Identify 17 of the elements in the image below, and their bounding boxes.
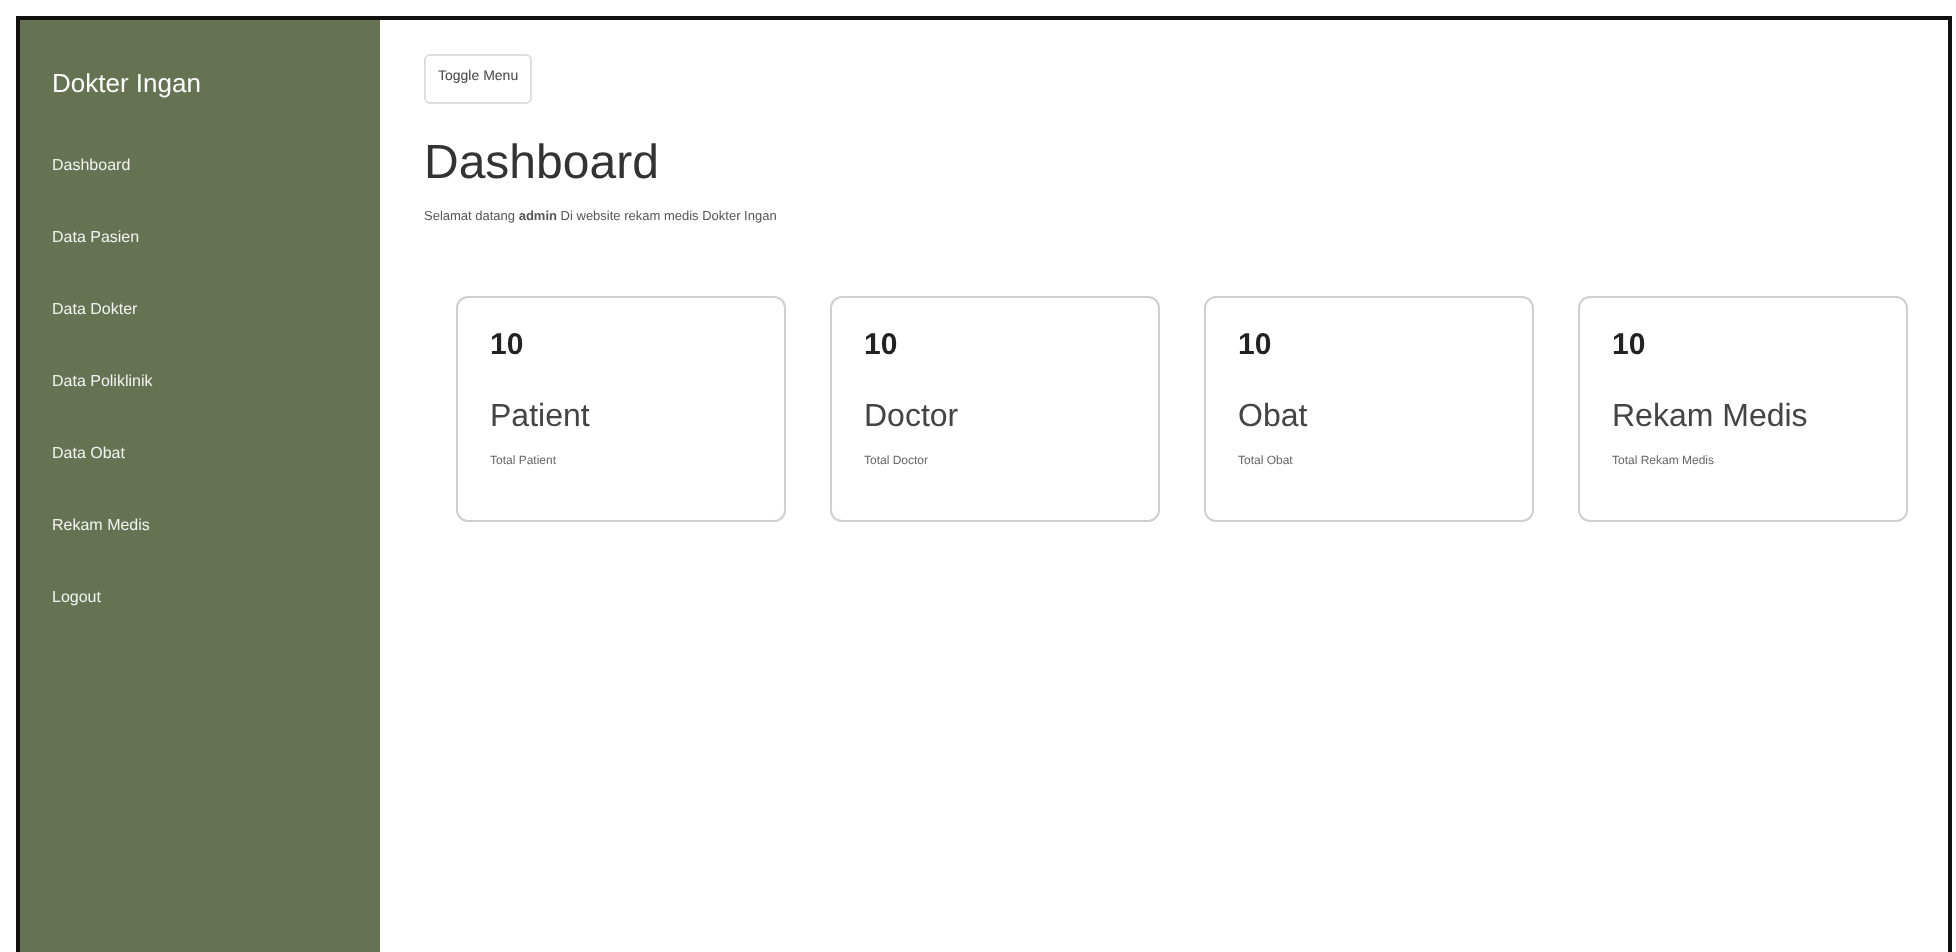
sidebar-link[interactable]: Data Poliklinik xyxy=(52,347,348,415)
stat-title: Obat xyxy=(1238,397,1310,438)
sidebar-link[interactable]: Dashboard xyxy=(52,131,348,199)
sidebar-link[interactable]: Data Obat xyxy=(52,419,348,487)
stat-count: 10 xyxy=(864,326,900,367)
stat-title: Rekam Medis xyxy=(1612,397,1810,438)
stat-count: 10 xyxy=(1612,326,1648,367)
sidebar-link[interactable]: Data Pasien xyxy=(52,203,348,271)
sidebar-link[interactable]: Data Dokter xyxy=(52,275,348,343)
page-heading: Dashboard xyxy=(424,135,661,193)
sidebar-title: Dokter Ingan xyxy=(52,66,203,102)
sidebar-link[interactable]: Rekam Medis xyxy=(52,491,348,559)
stat-title: Patient xyxy=(490,397,592,438)
stat-title: Doctor xyxy=(864,397,961,438)
stat-count: 10 xyxy=(1238,326,1274,367)
stat-count: 10 xyxy=(490,326,526,367)
sidebar-link[interactable]: Logout xyxy=(52,563,348,631)
